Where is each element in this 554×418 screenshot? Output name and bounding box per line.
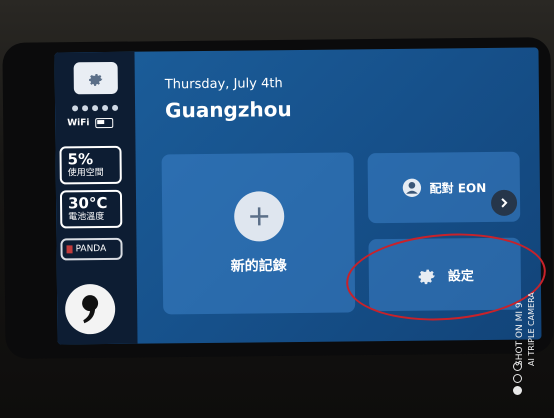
comma-logo-icon — [82, 295, 99, 324]
temperature-value: 30°C — [67, 193, 108, 213]
new-record-button[interactable]: 新的記錄 — [161, 152, 356, 315]
watermark-line1: SHOT ON MI 9 — [515, 302, 525, 366]
temperature-stat: 30°C 電池溫度 — [59, 189, 123, 229]
storage-value: 5% — [67, 150, 94, 169]
watermark-line2: AI TRIPLE CAMERA — [527, 292, 536, 366]
panda-indicator — [66, 245, 73, 254]
pair-eon-label: 配對 EON — [429, 180, 487, 196]
watermark-dots — [513, 362, 522, 395]
date-text: Thursday, July 4th — [164, 76, 283, 93]
gear-icon — [89, 73, 103, 86]
sidebar: WiFi 5% 使用空間 30°C 電池溫度 PANDA — [54, 51, 138, 345]
signal-dots — [72, 104, 119, 112]
battery-icon — [95, 117, 114, 129]
panda-status: PANDA — [60, 237, 123, 261]
storage-label: 使用空間 — [67, 168, 104, 179]
wifi-status: WiFi — [67, 117, 114, 129]
wifi-label: WiFi — [67, 118, 90, 129]
new-record-label: 新的記錄 — [230, 258, 287, 275]
user-icon — [402, 178, 421, 197]
camera-watermark: SHOT ON MI 9 AI TRIPLE CAMERA — [515, 292, 536, 366]
temperature-label: 電池溫度 — [68, 212, 105, 223]
plus-icon — [233, 191, 285, 242]
comma-logo[interactable] — [64, 283, 116, 335]
chevron-right-icon[interactable] — [490, 189, 518, 216]
panda-label: PANDA — [75, 244, 107, 255]
settings-button[interactable] — [73, 61, 118, 95]
city-title: Guangzhou — [164, 97, 292, 123]
storage-stat: 5% 使用空間 — [59, 145, 122, 185]
